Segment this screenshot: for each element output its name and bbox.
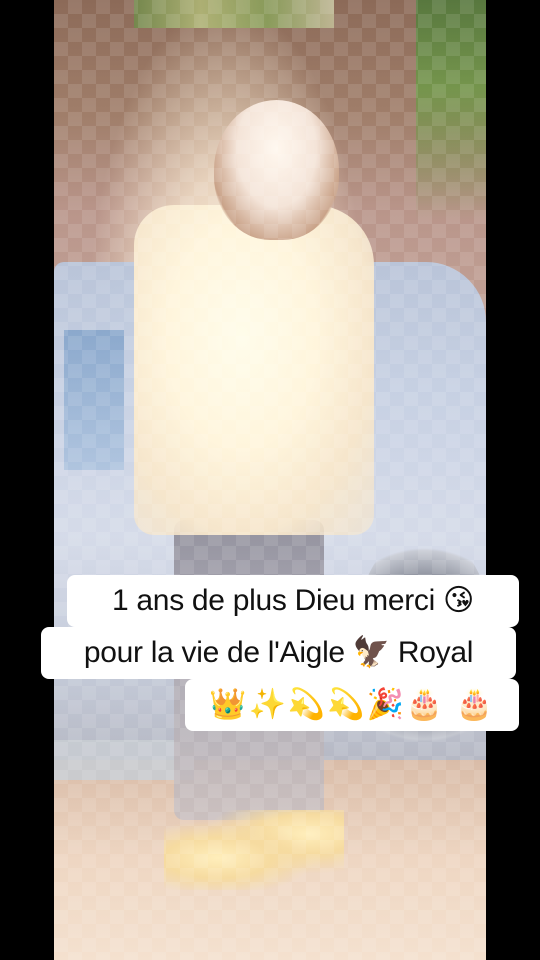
caption-line-3: 👑✨💫💫🎉🎂 🎂	[185, 679, 519, 731]
caption-line-2: pour la vie de l'Aigle 🦅 Royal	[41, 627, 516, 679]
video-frame: 1 ans de plus Dieu merci 😘 pour la vie d…	[0, 0, 540, 960]
caption-line-1: 1 ans de plus Dieu merci 😘	[67, 575, 519, 627]
background-photo	[54, 0, 486, 960]
mosaic-filter-overlay	[54, 0, 486, 960]
